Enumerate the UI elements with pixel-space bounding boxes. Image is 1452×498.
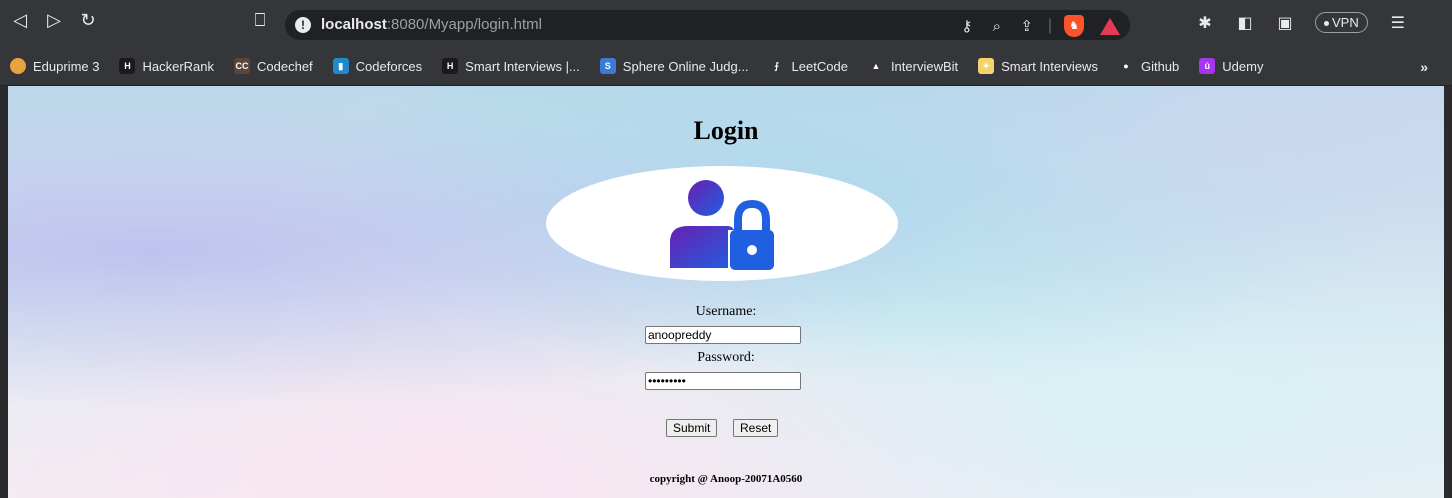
reset-button[interactable]: Reset: [733, 419, 779, 437]
page-title: Login: [693, 116, 759, 145]
window-edge-right: [1444, 86, 1452, 498]
bookmark-favicon-icon: ●: [1117, 58, 1134, 74]
bookmark-item[interactable]: ⨍ LeetCode: [768, 58, 848, 74]
reload-icon[interactable]: ↻: [76, 9, 100, 33]
bookmark-item[interactable]: ▲ InterviewBit: [867, 58, 959, 74]
bookmark-icon[interactable]: ⎕: [248, 9, 272, 33]
bookmark-item[interactable]: û Udemy: [1199, 58, 1263, 74]
bookmark-favicon-icon: H: [442, 58, 459, 74]
bookmark-item[interactable]: ▮ Codeforces: [332, 58, 423, 74]
bookmark-favicon-icon: H: [119, 58, 136, 74]
share-icon[interactable]: ⇪: [1018, 17, 1036, 35]
bookmark-item[interactable]: H Smart Interviews |...: [442, 58, 580, 74]
extensions-icon[interactable]: ✱: [1195, 13, 1215, 32]
zoom-icon[interactable]: ⌕: [988, 17, 1006, 35]
bookmark-favicon-icon: ▲: [867, 58, 884, 74]
username-input[interactable]: [645, 326, 801, 344]
bookmark-label: Smart Interviews: [1001, 58, 1098, 74]
password-label: Password:: [697, 350, 755, 365]
username-label: Username:: [695, 304, 757, 319]
brave-shields-icon[interactable]: ♞: [1064, 15, 1084, 37]
bookmark-favicon-icon: û: [1199, 58, 1216, 74]
bookmark-label: Github: [1140, 58, 1180, 74]
bookmark-item[interactable]: H HackerRank: [119, 58, 214, 74]
bookmark-label: Eduprime 3: [33, 58, 100, 74]
login-page: Login Username: Password: Submit Reset c…: [8, 86, 1444, 498]
submit-button[interactable]: Submit: [666, 419, 718, 437]
address-bar[interactable]: ! localhost:8080/Myapp/login.html ⚷ ⌕ ⇪ …: [285, 10, 1130, 40]
bookmark-label: Codechef: [257, 58, 313, 74]
bookmark-favicon-icon: ▮: [332, 58, 349, 74]
bookmark-label: Codeforces: [355, 58, 423, 74]
bookmark-label: Smart Interviews |...: [465, 58, 580, 74]
browser-toolbar: ◁ ▷ ↻ ⎕ ! localhost:8080/Myapp/login.htm…: [0, 0, 1452, 51]
user-lock-icon: [670, 180, 774, 270]
bookmarks-bar: Eduprime 3 H HackerRank CC Codechef ▮ Codeforc…: [0, 51, 1452, 86]
bookmark-item[interactable]: Eduprime 3: [10, 58, 99, 74]
bookmark-favicon-icon: ✦: [978, 58, 995, 74]
bookmark-label: LeetCode: [791, 58, 848, 74]
back-icon[interactable]: ◁: [8, 9, 32, 33]
bookmark-favicon-icon: ⨍: [768, 58, 785, 74]
bookmark-item[interactable]: ● Github: [1117, 58, 1180, 74]
bookmark-item[interactable]: ✦ Smart Interviews: [978, 58, 1098, 74]
bookmark-favicon-icon: S: [599, 58, 616, 74]
site-info-icon[interactable]: !: [295, 17, 311, 33]
vpn-button[interactable]: VPN: [1315, 12, 1368, 33]
menu-icon[interactable]: ☰: [1388, 13, 1408, 32]
bookmark-item[interactable]: S Sphere Online Judg...: [599, 58, 749, 74]
bookmark-item[interactable]: CC Codechef: [234, 58, 313, 74]
bookmark-label: InterviewBit: [890, 58, 959, 74]
bookmark-label: Udemy: [1222, 58, 1264, 74]
bookmark-label: HackerRank: [142, 58, 215, 74]
window-edge-left: [0, 86, 8, 498]
wallet-icon[interactable]: ▣: [1275, 13, 1295, 32]
brave-rewards-icon[interactable]: [1100, 17, 1120, 35]
forward-icon[interactable]: ▷: [42, 9, 66, 33]
bookmark-favicon-icon: CC: [234, 58, 251, 74]
sidebar-icon[interactable]: ◧: [1235, 13, 1255, 32]
url-text[interactable]: localhost:8080/Myapp/login.html: [321, 16, 542, 33]
bookmark-label: Sphere Online Judg...: [622, 58, 749, 74]
bookmark-favicon-icon: [10, 58, 26, 74]
bookmarks-overflow-button[interactable]: »: [1420, 59, 1428, 75]
copyright-footer: copyright @ Anoop-20071A0560: [649, 473, 803, 485]
password-input[interactable]: [645, 372, 801, 390]
key-icon[interactable]: ⚷: [958, 17, 976, 35]
